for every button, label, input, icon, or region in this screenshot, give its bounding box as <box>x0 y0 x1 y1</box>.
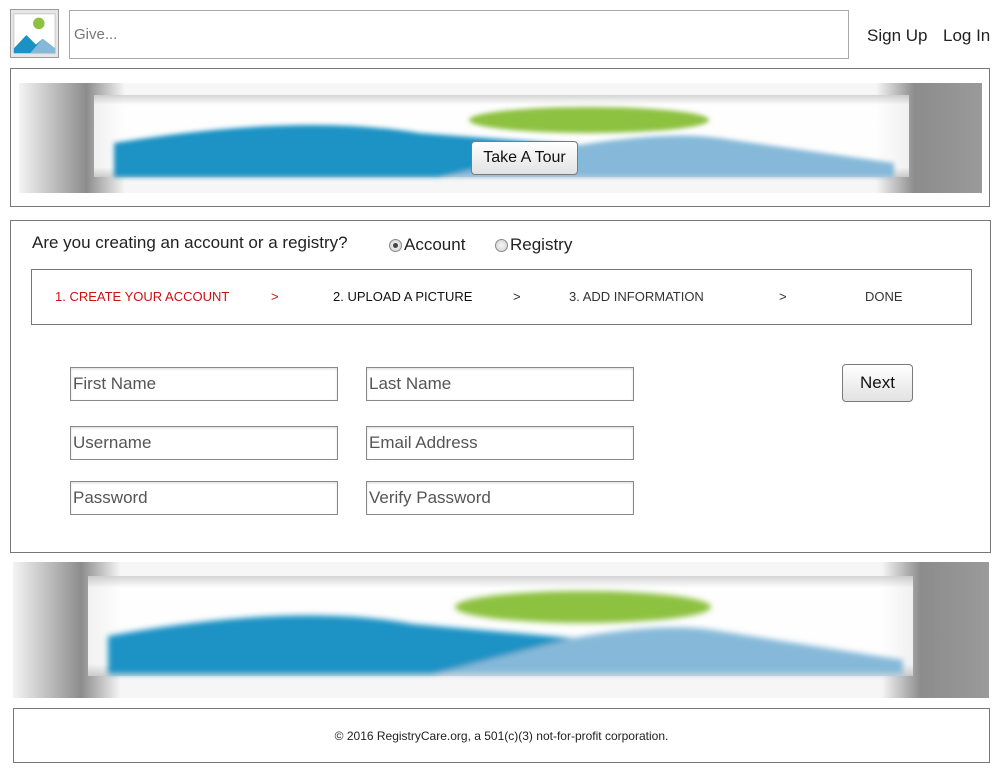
next-button[interactable]: Next <box>842 364 913 402</box>
radio-selected-icon[interactable] <box>389 238 402 252</box>
step-create-account: 1. CREATE YOUR ACCOUNT <box>55 289 230 304</box>
radio-unselected-icon[interactable] <box>495 238 508 252</box>
step-separator: > <box>513 289 521 304</box>
last-name-field[interactable] <box>366 367 634 401</box>
search-input[interactable] <box>69 10 849 59</box>
first-name-field[interactable] <box>70 367 338 401</box>
account-radio-label: Account <box>404 235 466 254</box>
step-separator: > <box>271 289 279 304</box>
step-upload-picture: 2. UPLOAD A PICTURE <box>333 289 473 304</box>
logo-image-icon[interactable] <box>10 9 59 58</box>
log-in-link[interactable]: Log In <box>943 26 990 46</box>
registry-radio[interactable]: Registry <box>495 235 572 255</box>
password-field[interactable] <box>70 481 338 515</box>
progress-steps: 1. CREATE YOUR ACCOUNT > 2. UPLOAD A PIC… <box>31 269 972 325</box>
username-field[interactable] <box>70 426 338 460</box>
sign-up-link[interactable]: Sign Up <box>867 26 927 46</box>
copyright-text: © 2016 RegistryCare.org, a 501(c)(3) not… <box>334 728 669 743</box>
verify-password-field[interactable] <box>366 481 634 515</box>
account-type-question: Are you creating an account or a registr… <box>32 233 348 252</box>
registry-radio-label: Registry <box>510 235 573 254</box>
lower-banner-image <box>13 562 989 698</box>
take-a-tour-button[interactable]: Take A Tour <box>471 141 578 175</box>
account-radio[interactable]: Account <box>389 235 465 255</box>
email-field[interactable] <box>366 426 634 460</box>
hero-section: Take A Tour <box>10 68 990 207</box>
step-separator: > <box>779 289 787 304</box>
footer: © 2016 RegistryCare.org, a 501(c)(3) not… <box>13 708 990 763</box>
step-done: DONE <box>865 289 903 304</box>
step-add-information: 3. ADD INFORMATION <box>569 289 704 304</box>
hero-banner-image <box>19 83 982 193</box>
signup-panel: Are you creating an account or a registr… <box>10 220 991 553</box>
